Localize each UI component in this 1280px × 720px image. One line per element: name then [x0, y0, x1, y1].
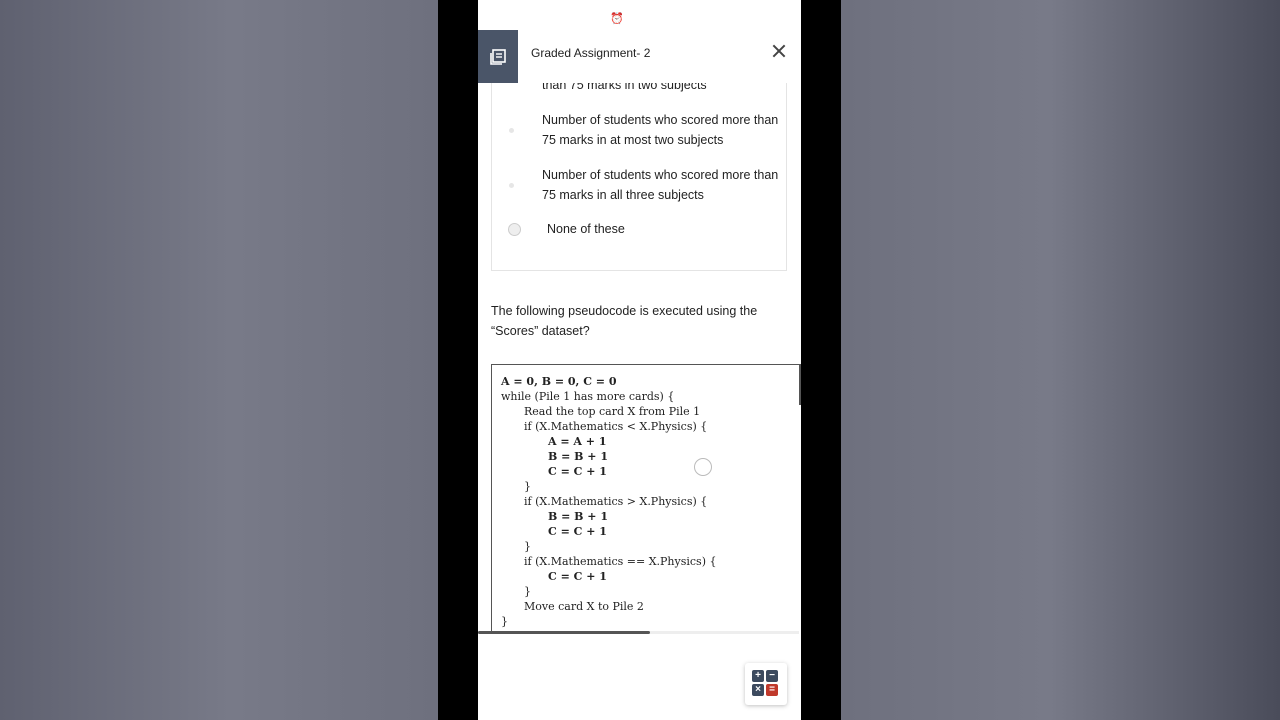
code-line: B = B + 1 [548, 450, 609, 463]
phone-screen: Graded Assignment- 2 than 75 marks in tw… [478, 0, 801, 720]
option-text-partial: than 75 marks in two subjects [542, 83, 707, 92]
code-line: if (X.Mathematics == X.Physics) { [524, 555, 717, 568]
calculator-minus-key: − [766, 670, 778, 682]
calculator-equals-key: = [766, 684, 778, 696]
battery-icon: 35 [762, 12, 781, 23]
code-line: C = C + 1 [548, 570, 607, 583]
right-black-bar [801, 0, 841, 720]
wifi-icon: ◠ [696, 12, 705, 23]
page-title: Graded Assignment- 2 [531, 46, 651, 60]
horizontal-scrollbar-thumb[interactable] [478, 631, 650, 634]
options-card: than 75 marks in two subjects Number of … [491, 83, 787, 271]
code-line: B = B + 1 [548, 510, 609, 523]
code-line: A = A + 1 [548, 435, 607, 448]
code-line: Move card X to Pile 2 [524, 600, 644, 613]
status-icons: ◠ ▂▃▅ ▂▃▅ 35 [696, 12, 781, 23]
option-text-at-most-two[interactable]: Number of students who scored more than … [542, 110, 782, 150]
code-line: while (Pile 1 has more cards) { [501, 390, 675, 403]
status-bar: 5:32 PM | 0.3KB/s ✧ ⏰ ··· ◠ ▂▃▅ ▂▃▅ 35 [438, 0, 841, 36]
option-radio-none[interactable] [508, 223, 521, 236]
pseudocode-block: A = 0, B = 0, C = 0 while (Pile 1 has mo… [491, 364, 801, 633]
code-line: } [524, 540, 531, 553]
code-line: Read the top card X from Pile 1 [524, 405, 701, 418]
calculator-plus-key: + [752, 670, 764, 682]
code-line: C = C + 1 [548, 525, 607, 538]
signal-icon: ▂▃▅ [708, 12, 732, 23]
code-line: A = 0, B = 0, C = 0 [501, 375, 617, 388]
option-text-none[interactable]: None of these [547, 219, 787, 239]
code-line: if (X.Mathematics > X.Physics) { [524, 495, 708, 508]
vertical-scrollbar[interactable] [799, 365, 801, 405]
touch-indicator [694, 458, 712, 476]
calculator-button[interactable]: + − × = [745, 663, 787, 705]
more-icon: ··· [610, 10, 625, 24]
code-line: if (X.Mathematics < X.Physics) { [524, 420, 708, 433]
code-line: } [524, 480, 531, 493]
left-black-bar [438, 0, 478, 720]
close-icon[interactable] [771, 43, 787, 59]
question-text: The following pseudocode is executed usi… [491, 304, 758, 338]
app-header: Graded Assignment- 2 [478, 30, 801, 83]
calculator-times-key: × [752, 684, 764, 696]
option-radio-at-most-two[interactable] [509, 128, 514, 133]
option-text-all-three[interactable]: Number of students who scored more than … [542, 165, 782, 205]
book-menu-button[interactable] [478, 30, 518, 83]
option-radio-all-three[interactable] [509, 183, 514, 188]
status-time: 5:32 PM | 0.3KB/s ✧ ⏰ [493, 12, 624, 25]
code-line: C = C + 1 [548, 465, 607, 478]
scroll-content[interactable]: than 75 marks in two subjects Number of … [478, 83, 801, 633]
book-icon [490, 48, 506, 65]
signal-icon: ▂▃▅ [735, 12, 759, 23]
code-line: } [501, 615, 508, 628]
code-line: } [524, 585, 531, 598]
